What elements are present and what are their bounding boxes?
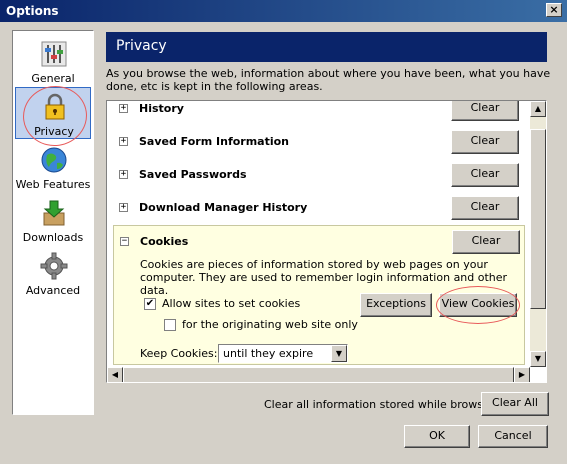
clear-all-text: Clear all information stored while brows… <box>264 398 504 411</box>
globe-icon <box>41 147 67 173</box>
gear-icon <box>40 252 68 280</box>
scroll-down-icon[interactable]: ▼ <box>530 351 546 367</box>
item-row-form: + Saved Form Information Clear <box>113 126 529 158</box>
scroll-thumb[interactable] <box>530 129 546 309</box>
exceptions-button[interactable]: Exceptions <box>360 293 432 317</box>
item-row-downloads: + Download Manager History Clear <box>113 192 529 224</box>
scroll-left-icon[interactable]: ◀ <box>107 367 123 382</box>
sidebar-item-advanced[interactable]: Advanced <box>15 247 91 299</box>
sidebar-item-general[interactable]: General <box>15 35 91 87</box>
clear-downloads-button[interactable]: Clear <box>451 196 519 220</box>
expand-icon[interactable]: + <box>119 170 128 179</box>
padlock-icon <box>45 93 65 120</box>
page-title: Privacy <box>106 32 547 62</box>
sidebar-item-label: Advanced <box>25 284 81 297</box>
originating-site-label: for the originating web site only <box>182 318 358 331</box>
clear-cookies-button[interactable]: Clear <box>452 230 520 254</box>
clear-passwords-button[interactable]: Clear <box>451 163 519 187</box>
cookies-description: Cookies are pieces of information stored… <box>140 258 508 297</box>
cookies-section: − Cookies Clear Cookies are pieces of in… <box>113 225 525 365</box>
sidebar-item-downloads[interactable]: Downloads <box>15 194 91 246</box>
item-row-history: + History Clear <box>113 101 529 125</box>
sidebar-item-label: Web Features <box>15 178 91 191</box>
scroll-up-icon[interactable]: ▲ <box>530 101 546 117</box>
sidebar-item-label: General <box>31 72 75 85</box>
window-title: Options <box>6 4 59 18</box>
cancel-button[interactable]: Cancel <box>478 425 548 448</box>
privacy-items-panel: + History Clear + Saved Form Information… <box>106 100 547 383</box>
expand-icon[interactable]: + <box>119 137 128 146</box>
item-title: Download Manager History <box>139 201 308 214</box>
privacy-description: As you browse the web, information about… <box>106 67 551 93</box>
privacy-items-list: + History Clear + Saved Form Information… <box>107 101 530 367</box>
download-box-icon <box>43 200 65 226</box>
keep-cookies-select[interactable]: until they expire ▼ <box>218 344 348 363</box>
sidebar-item-web-features[interactable]: Web Features <box>15 141 91 193</box>
chevron-down-icon[interactable]: ▼ <box>331 345 347 362</box>
keep-cookies-value: until they expire <box>223 347 314 360</box>
close-icon[interactable]: × <box>546 3 562 17</box>
collapse-icon[interactable]: − <box>120 237 129 246</box>
ok-button[interactable]: OK <box>404 425 470 448</box>
item-title: Saved Form Information <box>139 135 290 148</box>
sidebar-item-label: Privacy <box>34 125 74 138</box>
item-row-passwords: + Saved Passwords Clear <box>113 159 529 191</box>
expand-icon[interactable]: + <box>119 203 128 212</box>
cookies-title: Cookies <box>140 235 189 248</box>
horizontal-scrollbar[interactable]: ◀ ▶ <box>107 367 530 382</box>
sidebar-item-label: Downloads <box>22 231 84 244</box>
originating-site-checkbox[interactable] <box>164 319 176 331</box>
expand-icon[interactable]: + <box>119 104 128 113</box>
keep-cookies-label: Keep Cookies: <box>140 347 218 360</box>
view-cookies-button[interactable]: View Cookies <box>439 293 517 317</box>
clear-history-button[interactable]: Clear <box>451 101 519 121</box>
item-title: Saved Passwords <box>139 168 247 181</box>
item-title: History <box>139 102 184 115</box>
options-sidebar: General Privacy Web Features Downloads A… <box>12 30 94 415</box>
sidebar-item-privacy[interactable]: Privacy <box>15 87 91 139</box>
scroll-thumb[interactable] <box>123 367 514 382</box>
scroll-right-icon[interactable]: ▶ <box>514 367 530 382</box>
title-bar: Options × <box>0 0 567 22</box>
vertical-scrollbar[interactable]: ▲ ▼ <box>530 101 546 367</box>
allow-cookies-checkbox[interactable]: ✔ <box>144 298 156 310</box>
clear-all-button[interactable]: Clear All <box>481 392 549 416</box>
allow-cookies-label: Allow sites to set cookies <box>162 297 301 310</box>
clear-form-button[interactable]: Clear <box>451 130 519 154</box>
switches-icon <box>41 41 67 67</box>
